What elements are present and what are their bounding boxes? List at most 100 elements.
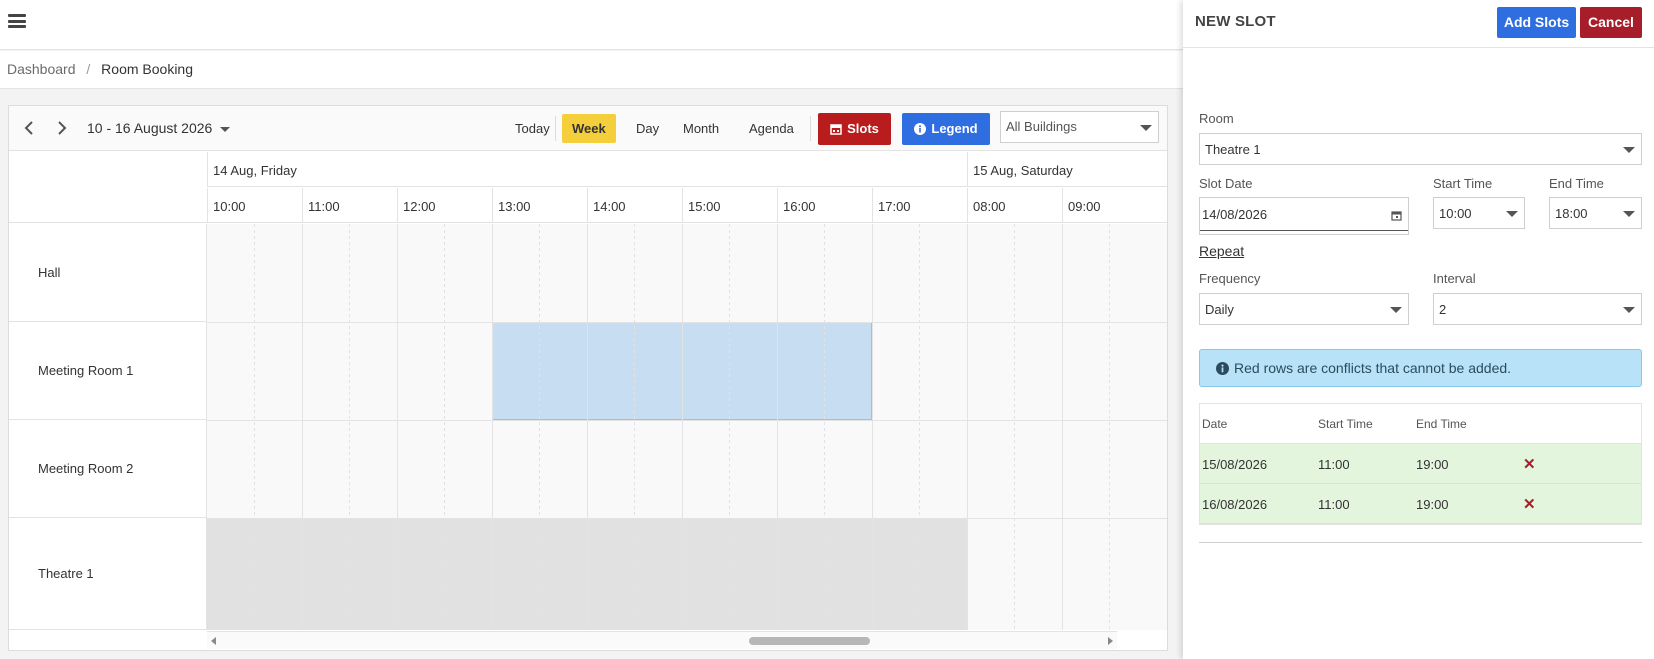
building-filter-select[interactable]: All Buildings <box>1000 111 1159 143</box>
column-header-start-time: Start Time <box>1318 417 1373 431</box>
day-view-button[interactable]: Day <box>626 114 669 143</box>
time-header: 13:00 <box>492 188 587 223</box>
info-icon <box>914 123 927 135</box>
scheduler: 10 - 16 August 2026 Today Week Day Month… <box>8 105 1168 651</box>
remove-row-icon[interactable]: ✕ <box>1523 455 1536 473</box>
resource-row-meeting-room-2: Meeting Room 2 <box>9 420 207 518</box>
scrollbar-thumb[interactable] <box>749 637 870 645</box>
room-select-value: Theatre 1 <box>1205 142 1261 157</box>
scroll-right-arrow-icon[interactable] <box>1108 637 1113 645</box>
panel-title: NEW SLOT <box>1195 13 1276 30</box>
frequency-value: Daily <box>1205 302 1234 317</box>
grid-line <box>492 224 493 630</box>
grid-line <box>539 224 540 630</box>
grid-line <box>207 420 1167 421</box>
month-view-button[interactable]: Month <box>673 114 729 143</box>
hamburger-menu-icon[interactable] <box>8 14 26 28</box>
calendar-icon <box>830 124 842 135</box>
next-arrow-icon[interactable] <box>52 118 70 138</box>
scroll-left-arrow-icon[interactable] <box>211 637 216 645</box>
add-slots-button[interactable]: Add Slots <box>1497 7 1576 38</box>
column-header-end-time: End Time <box>1416 417 1467 431</box>
interval-label: Interval <box>1433 271 1476 286</box>
grid-line <box>1014 224 1015 630</box>
time-header: 09:00 <box>1062 188 1167 223</box>
grid-line <box>302 224 303 630</box>
calendar-icon[interactable] <box>1391 210 1402 221</box>
grid-line <box>444 224 445 630</box>
toolbar-divider <box>810 116 811 141</box>
time-header: 14:00 <box>587 188 682 223</box>
row-end-time: 19:00 <box>1416 457 1449 472</box>
today-button[interactable]: Today <box>505 114 560 143</box>
grid-line <box>207 518 1167 519</box>
time-header: 15:00 <box>682 188 777 223</box>
cancel-button[interactable]: Cancel <box>1580 7 1642 38</box>
time-header: 16:00 <box>777 188 872 223</box>
building-filter-value: All Buildings <box>1006 119 1077 134</box>
repeat-link[interactable]: Repeat <box>1199 243 1244 259</box>
grid-line <box>254 224 255 630</box>
grid-line <box>397 224 398 630</box>
panel-header: NEW SLOT Add Slots Cancel <box>1183 0 1654 48</box>
breadcrumb-current: Room Booking <box>101 61 193 77</box>
table-row: 15/08/2026 11:00 19:00 ✕ <box>1200 444 1641 484</box>
new-slot-panel: NEW SLOT Add Slots Cancel Room Theatre 1… <box>1183 0 1654 659</box>
grid-line <box>919 224 920 630</box>
start-time-value: 10:00 <box>1439 206 1472 221</box>
info-text: Red rows are conflicts that cannot be ad… <box>1234 360 1512 376</box>
grid-line <box>682 224 683 630</box>
time-header: 11:00 <box>302 188 397 223</box>
row-start-time: 11:00 <box>1318 457 1350 472</box>
slots-button[interactable]: Slots <box>818 113 891 145</box>
input-underline <box>1200 230 1408 231</box>
conflict-info-alert: Red rows are conflicts that cannot be ad… <box>1199 349 1642 387</box>
interval-select[interactable]: 2 <box>1433 293 1642 325</box>
room-select[interactable]: Theatre 1 <box>1199 133 1642 165</box>
slots-button-label: Slots <box>847 121 879 136</box>
grid-line <box>207 322 1167 323</box>
resource-row-meeting-room-1: Meeting Room 1 <box>9 322 207 420</box>
column-header-date: Date <box>1202 417 1228 431</box>
grid-line <box>872 224 873 630</box>
table-header: Date Start Time End Time <box>1200 404 1641 444</box>
week-view-button[interactable]: Week <box>562 114 616 143</box>
date-range-picker[interactable]: 10 - 16 August 2026 <box>87 120 231 136</box>
time-header: 10:00 <box>207 188 302 223</box>
chevron-down-icon <box>220 126 231 132</box>
dropdown-arrow-icon <box>1623 307 1635 313</box>
day-header: 15 Aug, Saturday <box>967 152 1167 187</box>
remove-row-icon[interactable]: ✕ <box>1523 495 1536 513</box>
breadcrumb-dashboard-link[interactable]: Dashboard <box>7 61 76 77</box>
row-end-time: 19:00 <box>1416 497 1449 512</box>
row-date: 15/08/2026 <box>1202 457 1268 472</box>
room-label: Room <box>1199 111 1234 126</box>
start-time-select[interactable]: 10:00 <box>1433 197 1525 229</box>
breadcrumb-separator: / <box>86 61 91 77</box>
time-header: 12:00 <box>397 188 492 223</box>
schedule-grid[interactable] <box>207 224 1167 630</box>
end-time-select[interactable]: 18:00 <box>1549 197 1642 229</box>
resource-label: Meeting Room 1 <box>38 363 134 378</box>
date-range-label: 10 - 16 August 2026 <box>87 120 213 136</box>
resource-row-hall: Hall <box>9 224 207 322</box>
frequency-select[interactable]: Daily <box>1199 293 1409 325</box>
agenda-view-button[interactable]: Agenda <box>739 114 804 143</box>
interval-value: 2 <box>1439 302 1447 317</box>
start-time-label: Start Time <box>1433 176 1493 191</box>
grid-line <box>777 224 778 630</box>
slot-date-input[interactable]: 14/08/2026 <box>1199 197 1409 235</box>
grid-line <box>729 224 730 630</box>
row-start-time: 11:00 <box>1318 497 1350 512</box>
scheduler-toolbar: 10 - 16 August 2026 Today Week Day Month… <box>9 106 1167 151</box>
grid-line <box>824 224 825 630</box>
resource-row-theatre-1: Theatre 1 <box>9 518 207 630</box>
dropdown-arrow-icon <box>1506 211 1518 217</box>
table-row: 16/08/2026 11:00 19:00 ✕ <box>1200 484 1641 524</box>
horizontal-scrollbar[interactable] <box>207 631 1117 649</box>
legend-button-label: Legend <box>931 121 978 136</box>
previous-arrow-icon[interactable] <box>21 118 39 138</box>
legend-button[interactable]: Legend <box>902 113 990 145</box>
table-divider <box>1199 542 1642 543</box>
grid-line <box>634 224 635 630</box>
